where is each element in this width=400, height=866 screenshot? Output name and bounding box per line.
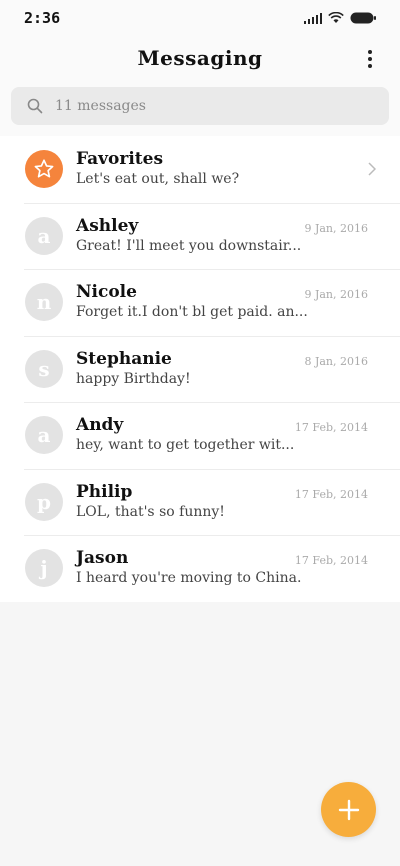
plus-icon (338, 799, 359, 820)
message-preview: Forget it.I don't bl get paid. an... (76, 304, 308, 320)
app-header: Messaging (0, 36, 400, 80)
conversation-text: Andy hey, want to get together wit... (76, 414, 370, 454)
message-date: 9 Jan, 2016 (304, 221, 368, 235)
message-date: 8 Jan, 2016 (304, 354, 368, 368)
conversation-text: Stephanie happy Birthday! (76, 348, 370, 388)
message-preview: LOL, that's so funny! (76, 503, 225, 520)
favorites-row[interactable]: Favorites Let's eat out, shall we? (0, 136, 400, 203)
message-preview: hey, want to get together wit... (76, 437, 295, 453)
status-bar: 2:36 (0, 0, 400, 36)
conversation-text: Jason I heard you're moving to China. (76, 547, 370, 587)
favorites-label: Favorites (76, 149, 164, 169)
search-icon (27, 98, 43, 114)
contact-avatar: j (25, 549, 63, 588)
chevron-right-icon (368, 162, 376, 176)
search-area (0, 80, 400, 136)
message-date: 9 Jan, 2016 (304, 288, 368, 301)
conversation-text: Nicole Forget it.I don't bl get paid. an… (76, 281, 370, 321)
signal-icon (304, 12, 322, 24)
contact-avatar: a (25, 416, 63, 455)
status-time: 2:36 (24, 9, 61, 27)
contact-avatar: p (25, 482, 63, 521)
conversation-row[interactable]: s Stephanie happy Birthday! 8 Jan, 2016 (0, 335, 400, 403)
favorites-preview: Let's eat out, shall we? (76, 171, 240, 187)
favorites-text: Favorites Let's eat out, shall we? (76, 148, 370, 188)
battery-icon (350, 12, 376, 24)
status-icons (304, 12, 376, 24)
contact-avatar: s (25, 349, 63, 388)
message-date: 17 Feb, 2014 (294, 421, 368, 434)
contact-avatar: n (25, 283, 63, 322)
message-preview: happy Birthday! (76, 370, 191, 387)
message-preview: I heard you're moving to China. (76, 570, 302, 586)
message-preview: Great! I'll meet you downstair... (76, 237, 302, 254)
favorites-avatar (25, 150, 63, 189)
new-message-button[interactable] (321, 782, 376, 837)
conversation-row[interactable]: p Philip LOL, that's so funny! 17 Feb, 2… (0, 468, 400, 536)
message-date: 17 Feb, 2014 (294, 487, 368, 501)
search-bar[interactable] (11, 87, 389, 125)
conversation-row[interactable]: n Nicole Forget it.I don't bl get paid. … (0, 269, 400, 336)
conversation-row[interactable]: j Jason I heard you're moving to China. … (0, 535, 400, 602)
conversation-text: Philip LOL, that's so funny! (76, 481, 370, 521)
conversation-row[interactable]: a Ashley Great! I'll meet you downstair.… (0, 202, 400, 270)
star-icon (34, 159, 54, 178)
conversation-row[interactable]: a Andy hey, want to get together wit... … (0, 402, 400, 469)
search-input[interactable] (55, 98, 355, 114)
conversation-list: Favorites Let's eat out, shall we? a Ash… (0, 136, 400, 602)
conversation-text: Ashley Great! I'll meet you downstair... (76, 215, 370, 255)
page-title: Messaging (137, 46, 263, 70)
contact-avatar: a (25, 216, 63, 255)
message-date: 17 Feb, 2014 (294, 554, 368, 567)
more-vertical-icon[interactable] (362, 50, 378, 68)
wifi-icon (328, 12, 344, 24)
